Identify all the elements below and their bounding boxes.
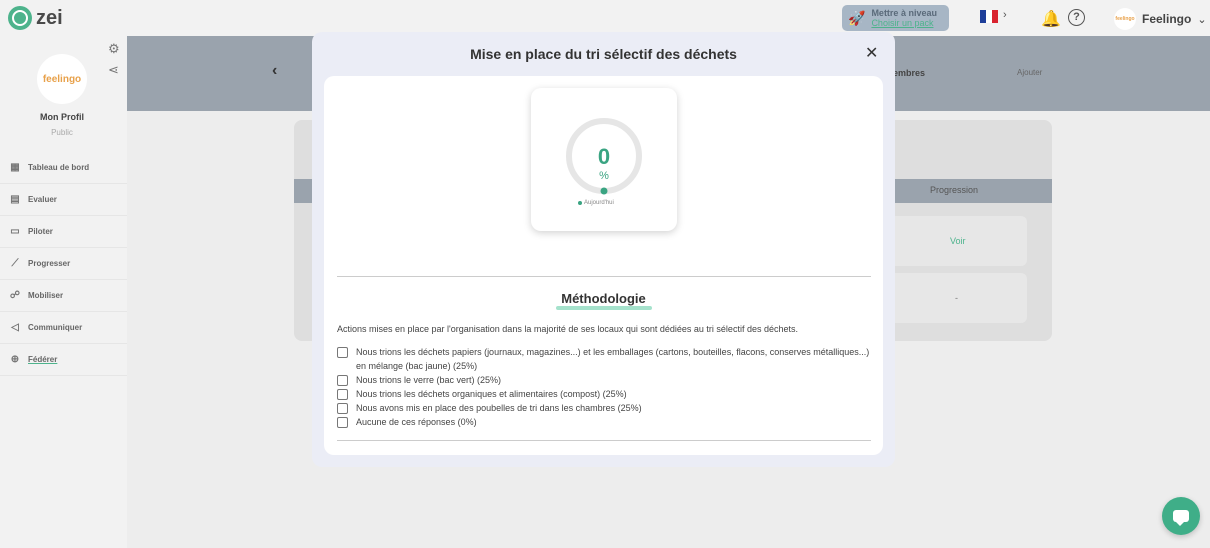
user-menu[interactable]: feelingo Feelingo ⌄ <box>1114 8 1207 30</box>
sidebar-item-label: Progresser <box>28 259 71 268</box>
option-label: Nous trions le verre (bac vert) (25%) <box>356 374 502 385</box>
checkbox[interactable] <box>337 402 348 414</box>
sidebar-nav: ▦ Tableau de bord ▤ Evaluer ▭ Piloter ⟋ … <box>0 152 127 376</box>
close-icon[interactable]: ✕ <box>865 46 878 62</box>
sidebar-item-label: Mobiliser <box>28 291 64 300</box>
modal-body: 0 % Aujourd'hui Méthodologie Actions mis… <box>324 76 883 455</box>
sidebar-item-label: Tableau de bord <box>28 163 90 172</box>
user-avatar: feelingo <box>1114 8 1136 30</box>
chart-icon: ⟋ <box>11 258 19 269</box>
people-icon: ☍ <box>9 290 21 301</box>
document-icon: ▤ <box>10 194 20 205</box>
modal-dialog: Mise en place du tri sélectif des déchet… <box>312 32 895 467</box>
progression-header: Progression <box>930 185 979 195</box>
options-list: Nous trions les déchets papiers (journau… <box>337 346 871 430</box>
checkbox[interactable] <box>337 374 348 386</box>
gauge-value: 0 <box>597 144 611 169</box>
zei-logo-icon <box>8 6 32 30</box>
option-checkbox-row[interactable]: Nous trions les déchets organiques et al… <box>337 388 871 402</box>
level-up-title: Mettre à niveau <box>871 8 937 18</box>
sidebar-item-label: Fédérer <box>28 355 58 364</box>
gauge-marker <box>600 187 608 195</box>
legend-dot <box>578 201 582 205</box>
user-name: Feelingo <box>1142 12 1192 26</box>
profile-visibility: Public <box>51 128 73 137</box>
sidebar-item-evaluer[interactable]: ▤ Evaluer <box>0 184 127 216</box>
megaphone-icon: ◁ <box>11 322 19 333</box>
chat-bubble-icon <box>1173 510 1189 526</box>
gauge-legend: Aujourd'hui <box>578 200 614 206</box>
chat-button[interactable] <box>1162 497 1200 535</box>
divider <box>337 440 871 441</box>
sidebar-item-progresser[interactable]: ⟋ Progresser <box>0 248 127 280</box>
checkbox[interactable] <box>337 416 348 428</box>
sidebar-item-piloter[interactable]: ▭ Piloter <box>0 216 127 248</box>
sidebar-item-tableau-de-bord[interactable]: ▦ Tableau de bord <box>0 152 127 184</box>
app-logo[interactable]: zei <box>8 6 63 30</box>
gauge-unit: % <box>599 170 609 182</box>
option-checkbox-row[interactable]: Nous trions les déchets papiers (journau… <box>337 346 871 373</box>
methodology-description: Actions mises en place par l'organisatio… <box>337 324 798 334</box>
add-member-button[interactable]: Ajouter <box>1017 68 1042 77</box>
sidebar-item-label: Piloter <box>28 227 53 236</box>
level-up-button[interactable]: 🚀 Mettre à niveau Choisir un pack <box>842 5 949 31</box>
language-flag-icon[interactable] <box>980 10 998 23</box>
share-icon[interactable]: ⋖ <box>108 62 119 78</box>
checkbox[interactable] <box>337 388 348 400</box>
profile-avatar[interactable]: feelingo <box>37 54 87 104</box>
gear-icon[interactable]: ⚙ <box>108 41 120 57</box>
top-bar: zei 🚀 Mettre à niveau Choisir un pack › … <box>0 0 1210 36</box>
chevron-down-icon: ⌄ <box>1197 13 1207 26</box>
option-checkbox-row[interactable]: Nous trions le verre (bac vert) (25%) <box>337 374 871 388</box>
sidebar-item-communiquer[interactable]: ◁ Communiquer <box>0 312 127 344</box>
bell-icon[interactable]: 🔔 <box>1041 9 1061 29</box>
language-chevron-icon[interactable]: › <box>1003 9 1007 21</box>
grid-icon: ▦ <box>10 162 20 173</box>
legend-label: Aujourd'hui <box>584 200 614 206</box>
sidebar-item-mobiliser[interactable]: ☍ Mobiliser <box>0 280 127 312</box>
title-underline <box>556 306 652 310</box>
sidebar-item-label: Evaluer <box>28 195 57 204</box>
checkbox[interactable] <box>337 347 348 358</box>
methodology-title: Méthodologie <box>561 291 646 306</box>
option-label: Aucune de ces réponses (0%) <box>356 416 477 427</box>
modal-title: Mise en place du tri sélectif des déchet… <box>470 46 737 62</box>
back-chevron-icon[interactable]: ‹ <box>272 62 277 80</box>
option-label: Nous trions les déchets organiques et al… <box>356 388 627 399</box>
progress-gauge-card: 0 % Aujourd'hui <box>531 88 677 231</box>
app-logo-text: zei <box>36 6 63 29</box>
help-icon[interactable]: ? <box>1068 9 1085 26</box>
plus-circle-icon: ⊕ <box>10 354 20 365</box>
monitor-icon: ▭ <box>10 226 20 237</box>
sidebar-item-federer[interactable]: ⊕ Fédérer <box>0 344 127 376</box>
option-label: Nous trions les déchets papiers (journau… <box>356 347 870 371</box>
row-value: - <box>955 293 958 303</box>
option-checkbox-row[interactable]: Aucune de ces réponses (0%) <box>337 416 871 430</box>
option-label: Nous avons mis en place des poubelles de… <box>356 402 642 413</box>
divider <box>337 276 871 277</box>
sidebar: ⚙ ⋖ feelingo Mon Profil Public ▦ Tableau… <box>0 36 127 548</box>
option-checkbox-row[interactable]: Nous avons mis en place des poubelles de… <box>337 402 871 416</box>
profile-name[interactable]: Mon Profil <box>0 112 124 122</box>
sidebar-item-label: Communiquer <box>28 323 83 332</box>
rocket-icon: 🚀 <box>848 9 866 26</box>
level-up-subtitle: Choisir un pack <box>871 18 934 28</box>
view-link[interactable]: Voir <box>950 236 966 246</box>
